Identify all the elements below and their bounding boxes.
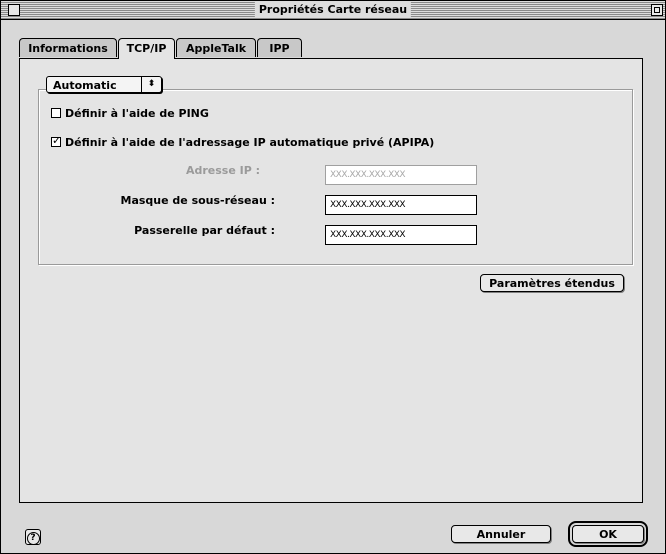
help-button[interactable]: ?: [25, 529, 41, 545]
ok-button[interactable]: OK: [568, 521, 648, 547]
gateway-label: Passerelle par défaut :: [134, 224, 275, 237]
apipa-checkbox[interactable]: [51, 134, 61, 148]
tab-ipp[interactable]: IPP: [257, 38, 302, 57]
title-bar[interactable]: Propriétés Carte réseau: [1, 1, 665, 20]
tab-appletalk[interactable]: AppleTalk: [176, 38, 256, 57]
ip-address-field: XXX.XXX.XXX.XXX: [325, 165, 477, 185]
help-icon: ?: [26, 532, 40, 545]
tcp-ip-panel: Automatic ⬍ Définir à l'aide de PING Déf…: [19, 58, 643, 503]
zoom-box[interactable]: [651, 4, 663, 16]
apipa-option-row[interactable]: Définir à l'aide de l'adressage IP autom…: [51, 134, 435, 150]
ip-address-label: Adresse IP :: [185, 164, 260, 177]
ping-checkbox[interactable]: [51, 108, 61, 118]
advanced-settings-button[interactable]: Paramètres étendus: [480, 274, 624, 292]
subnet-mask-field[interactable]: XXX.XXX.XXX.XXX: [325, 195, 477, 215]
config-method-value: Automatic: [53, 79, 117, 92]
apipa-option-label: Définir à l'aide de l'adressage IP autom…: [65, 136, 435, 149]
tab-tcp-ip[interactable]: TCP/IP: [118, 38, 175, 59]
cancel-button[interactable]: Annuler: [451, 525, 551, 543]
ping-option-label: Définir à l'aide de PING: [65, 107, 209, 120]
tab-informations[interactable]: Informations: [19, 38, 117, 57]
popup-arrows-icon: ⬍: [141, 77, 161, 92]
dialog-window: Propriétés Carte réseau Informations TCP…: [0, 0, 666, 554]
config-method-popup[interactable]: Automatic ⬍: [46, 76, 162, 93]
gateway-field[interactable]: XXX.XXX.XXX.XXX: [325, 225, 477, 245]
ping-option-row[interactable]: Définir à l'aide de PING: [51, 107, 209, 121]
window-title: Propriétés Carte réseau: [254, 2, 412, 17]
close-box[interactable]: [8, 4, 20, 16]
subnet-mask-label: Masque de sous-réseau :: [120, 194, 276, 207]
